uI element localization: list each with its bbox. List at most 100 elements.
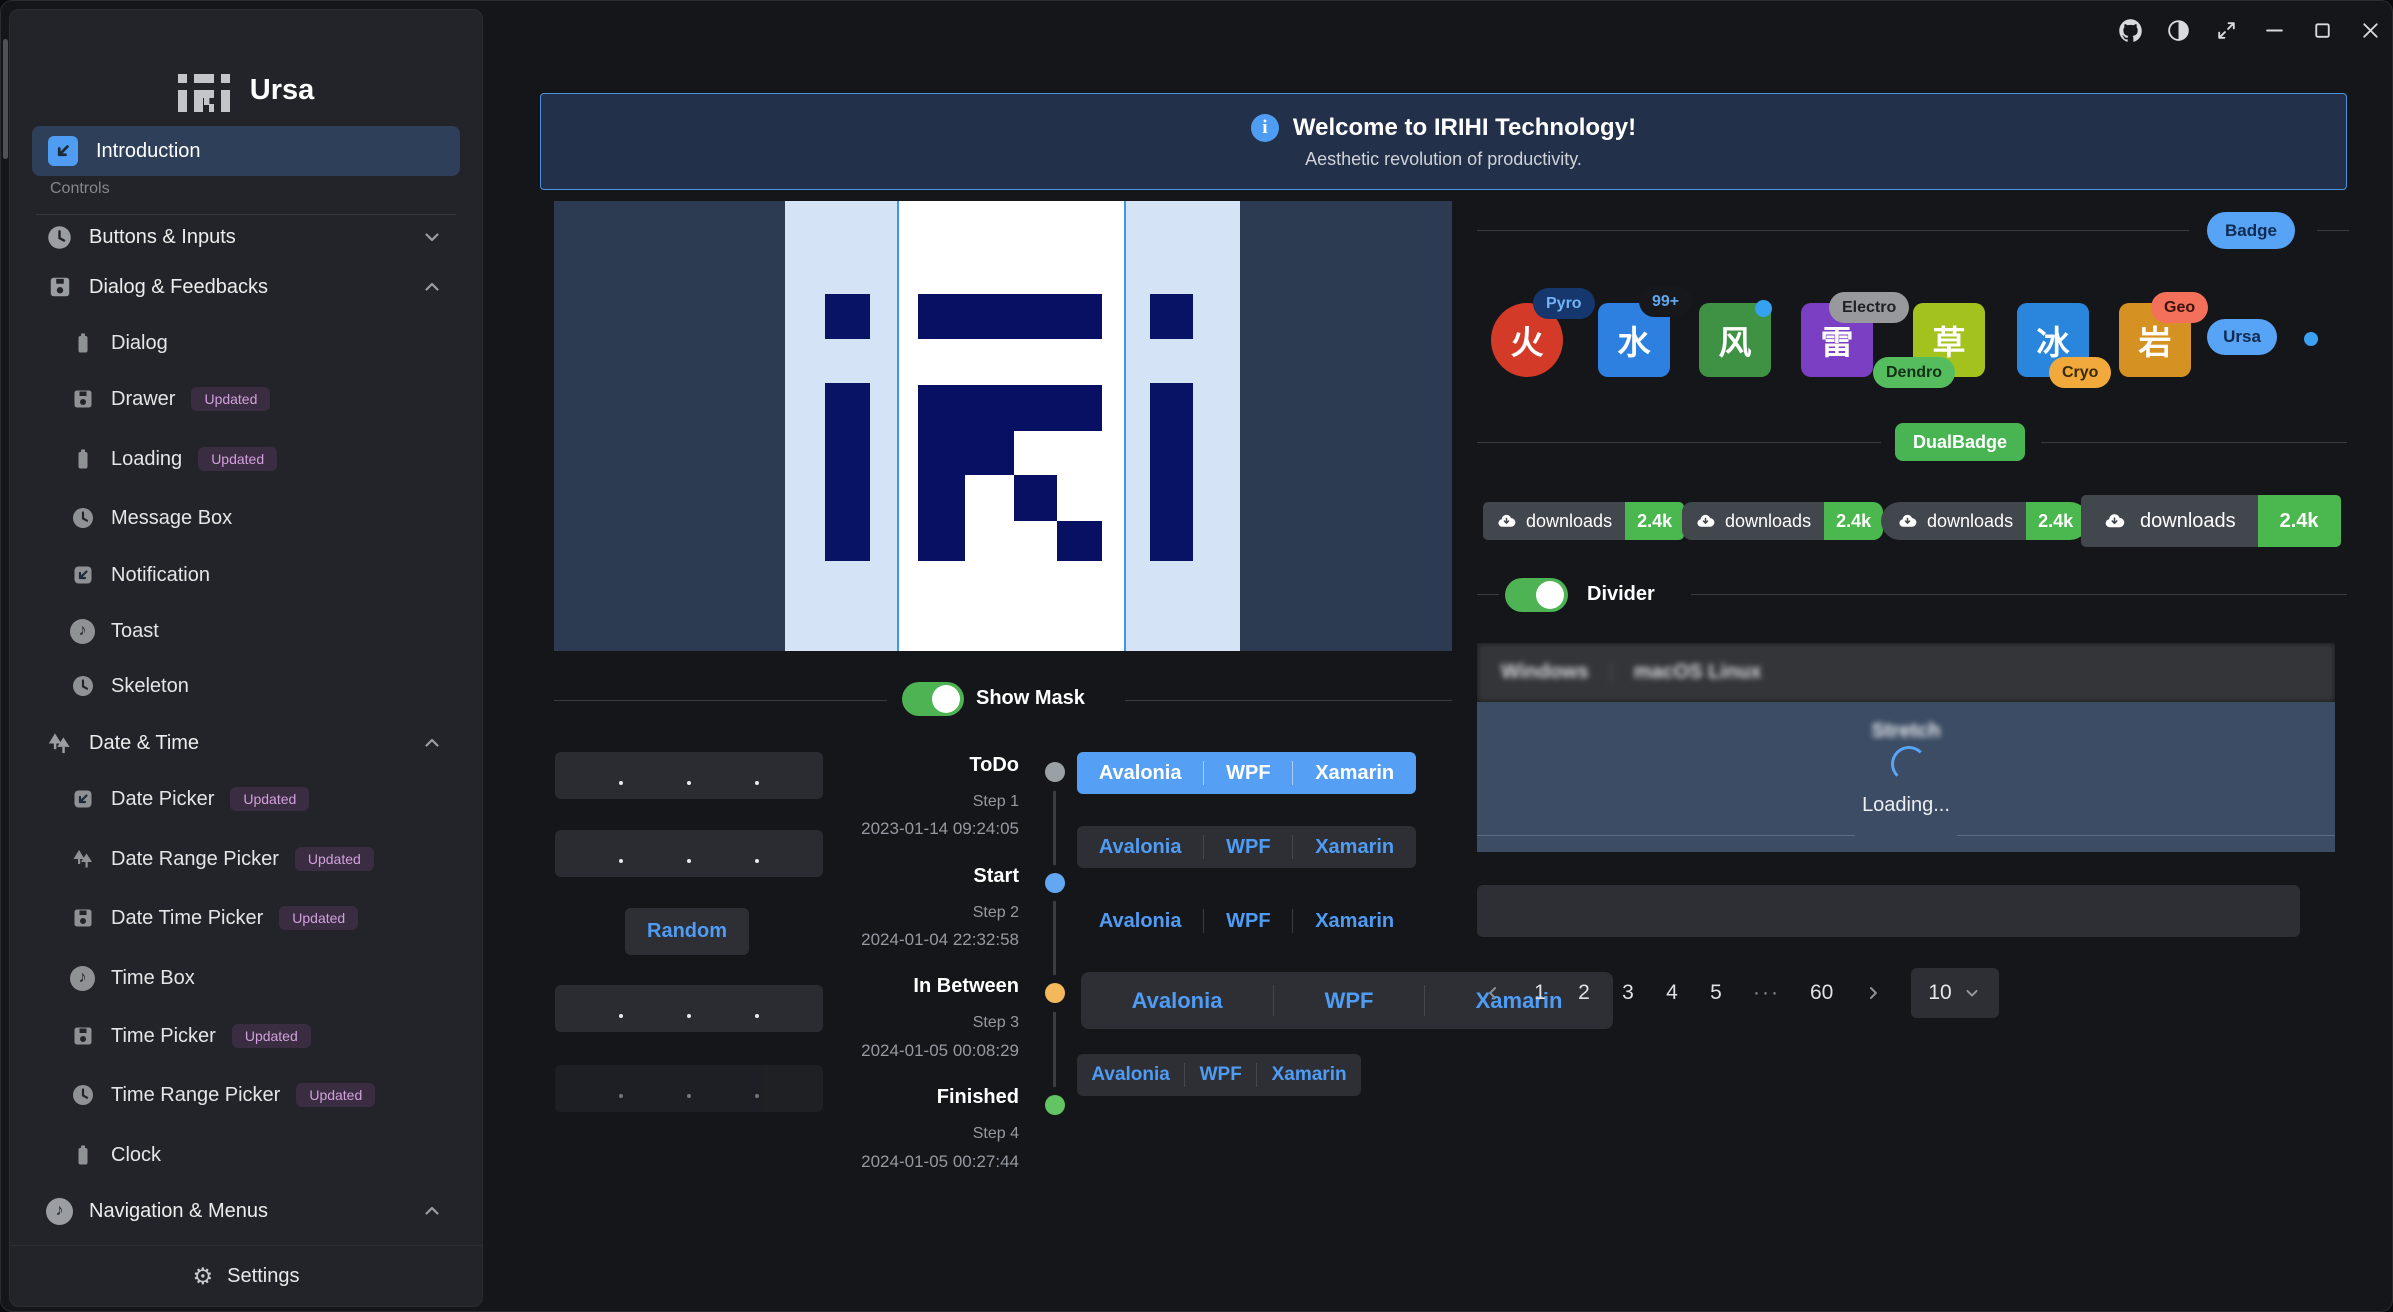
- group-label: Navigation & Menus: [89, 1200, 268, 1223]
- item-label: Time Range Picker: [111, 1084, 280, 1107]
- page-button-3[interactable]: 3: [1621, 981, 1635, 1005]
- tab-windows[interactable]: Windows: [1501, 661, 1589, 684]
- sidebar-group-dialog-feedbacks[interactable]: Dialog & Feedbacks: [32, 259, 460, 315]
- github-icon: [2117, 17, 2144, 44]
- sidebar-item-introduction[interactable]: Introduction: [32, 126, 460, 176]
- fullscreen-button[interactable]: [2211, 15, 2241, 45]
- divider-label: Divider: [1587, 583, 1655, 606]
- item-label: Time Picker: [111, 1025, 216, 1048]
- timeline-dot-finished: [1045, 1095, 1065, 1115]
- arrow-square-icon: [70, 787, 95, 812]
- ip-address-input[interactable]: [555, 985, 823, 1032]
- item-label: Drawer: [111, 388, 175, 411]
- avalonia-button[interactable]: Avalonia: [1099, 836, 1182, 859]
- chevron-down-icon: [1962, 983, 1982, 1003]
- badge-section-pill: Badge: [2207, 212, 2295, 249]
- theme-toggle-button[interactable]: [2163, 15, 2193, 45]
- logo-pixel: [1014, 475, 1057, 521]
- settings-label: Settings: [227, 1265, 299, 1288]
- sidebar-item-time-box[interactable]: ♪ Time Box: [32, 950, 460, 1006]
- item-label: Loading: [111, 448, 182, 471]
- timeline-title: Finished: [821, 1086, 1019, 1109]
- group-label: Buttons & Inputs: [89, 226, 236, 249]
- xamarin-button[interactable]: Xamarin: [1315, 762, 1394, 785]
- maximize-button[interactable]: [2307, 15, 2337, 45]
- chevron-up-icon: [420, 1199, 444, 1223]
- sidebar-scrollbar[interactable]: [3, 39, 8, 159]
- page-button-1[interactable]: 1: [1533, 981, 1547, 1005]
- wpf-button[interactable]: WPF: [1226, 910, 1270, 933]
- settings-button[interactable]: ⚙ Settings: [10, 1245, 482, 1306]
- cloud-download-icon: [1897, 511, 1918, 532]
- avalonia-button[interactable]: Avalonia: [1099, 762, 1182, 785]
- wpf-button[interactable]: WPF: [1200, 1064, 1242, 1086]
- show-mask-toggle[interactable]: [902, 682, 964, 716]
- prev-page-button[interactable]: [1483, 983, 1503, 1003]
- avalonia-button[interactable]: Avalonia: [1091, 1064, 1170, 1086]
- sidebar-group-date-time[interactable]: Date & Time: [32, 715, 460, 771]
- downloads-badge: downloads 2.4k: [1483, 502, 1684, 540]
- item-label: Date Range Picker: [111, 848, 279, 871]
- avalonia-button[interactable]: Avalonia: [1099, 910, 1182, 933]
- close-button[interactable]: [2355, 15, 2385, 45]
- github-button[interactable]: [2115, 15, 2145, 45]
- ip-address-input[interactable]: [555, 752, 823, 799]
- chevron-up-icon: [420, 275, 444, 299]
- badge-standalone-dot: [2304, 332, 2318, 346]
- music-note-icon: ♪: [70, 619, 95, 644]
- sidebar-item-loading[interactable]: Loading Updated: [32, 431, 460, 487]
- minimize-icon: [2262, 18, 2287, 43]
- wpf-button[interactable]: WPF: [1226, 836, 1270, 859]
- sidebar-item-toast[interactable]: ♪ Toast: [32, 603, 460, 659]
- item-label: Skeleton: [111, 675, 189, 698]
- page-button-60[interactable]: 60: [1810, 981, 1833, 1005]
- random-button[interactable]: Random: [625, 908, 749, 955]
- empty-input-bar[interactable]: [1477, 885, 2300, 937]
- xamarin-button[interactable]: Xamarin: [1315, 910, 1394, 933]
- logo-pixel: [918, 475, 965, 561]
- panel-divider: [1477, 835, 1855, 836]
- sidebar-item-label: Introduction: [96, 140, 201, 163]
- sidebar-item-time-picker[interactable]: Time Picker Updated: [32, 1008, 460, 1064]
- sidebar-item-notification[interactable]: Notification: [32, 547, 460, 603]
- item-label: Dialog: [111, 332, 168, 355]
- sidebar-item-date-time-picker[interactable]: Date Time Picker Updated: [32, 890, 460, 946]
- xamarin-button[interactable]: Xamarin: [1315, 836, 1394, 859]
- badge-count-99plus: 99+: [1639, 286, 1692, 317]
- sidebar-item-skeleton[interactable]: Skeleton: [32, 658, 460, 714]
- floppy-icon: [46, 274, 73, 301]
- wpf-button[interactable]: WPF: [1226, 762, 1270, 785]
- sidebar-item-dialog[interactable]: Dialog: [32, 315, 460, 371]
- sidebar-item-message-box[interactable]: Message Box: [32, 490, 460, 546]
- item-label: Message Box: [111, 507, 232, 530]
- clock-icon: [70, 674, 95, 699]
- page-button-4[interactable]: 4: [1665, 981, 1679, 1005]
- logo-pixel: [825, 294, 870, 339]
- chevron-up-icon: [420, 731, 444, 755]
- sidebar-item-time-range-picker[interactable]: Time Range Picker Updated: [32, 1067, 460, 1123]
- sidebar-item-date-range-picker[interactable]: Date Range Picker Updated: [32, 831, 460, 887]
- section-divider: [1477, 230, 2189, 231]
- sidebar-group-navigation-menus[interactable]: ♪ Navigation & Menus: [32, 1183, 460, 1239]
- page-size-select[interactable]: 10: [1911, 968, 1999, 1018]
- ip-address-input[interactable]: [555, 830, 823, 877]
- tab-macos-linux[interactable]: macOS Linux: [1634, 661, 1762, 684]
- item-label: Date Time Picker: [111, 907, 263, 930]
- avalonia-button[interactable]: Avalonia: [1132, 988, 1223, 1014]
- sidebar-group-buttons-inputs[interactable]: Buttons & Inputs: [32, 209, 460, 265]
- wpf-button[interactable]: WPF: [1325, 988, 1374, 1014]
- sidebar-item-clock[interactable]: Clock: [32, 1127, 460, 1183]
- minimize-button[interactable]: [2259, 15, 2289, 45]
- divider-toggle[interactable]: [1505, 578, 1568, 612]
- cloud-download-icon: [1496, 511, 1517, 532]
- page-button-2[interactable]: 2: [1577, 981, 1591, 1005]
- timeline-title: Start: [821, 865, 1019, 888]
- gear-icon: ⚙: [193, 1263, 214, 1290]
- page-button-5[interactable]: 5: [1709, 981, 1723, 1005]
- timeline-line: [1053, 901, 1056, 975]
- sidebar-item-drawer[interactable]: Drawer Updated: [32, 371, 460, 427]
- sidebar-item-date-picker[interactable]: Date Picker Updated: [32, 771, 460, 827]
- xamarin-button[interactable]: Xamarin: [1272, 1064, 1347, 1086]
- next-page-button[interactable]: [1863, 983, 1883, 1003]
- trees-icon: [46, 730, 73, 757]
